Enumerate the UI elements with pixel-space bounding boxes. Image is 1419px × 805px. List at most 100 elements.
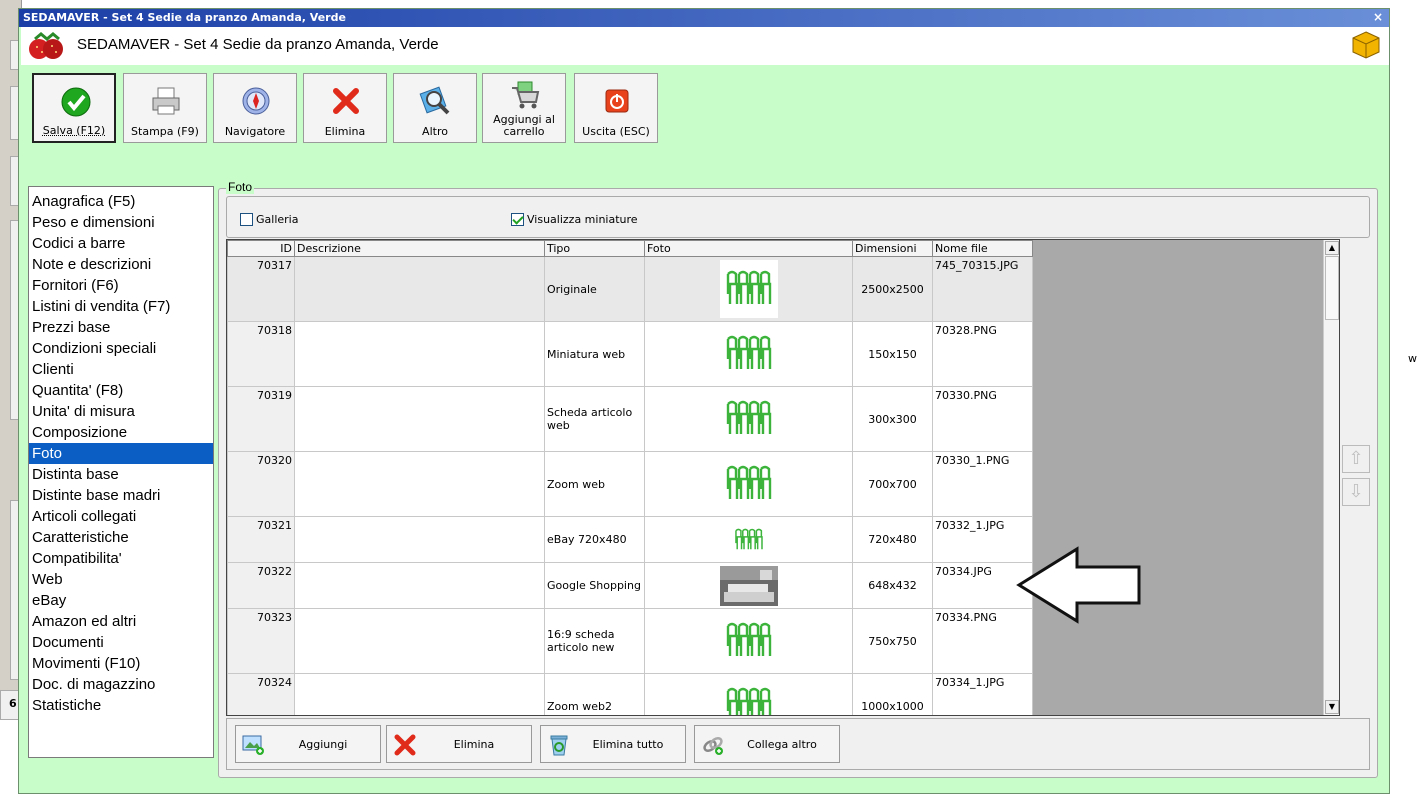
menu-item[interactable]: Distinte base madri [29,485,213,506]
cell-description[interactable] [294,321,545,387]
cell-id: 70323 [227,608,295,674]
column-header[interactable]: Nome file [932,240,1033,257]
cell-description[interactable] [294,608,545,674]
gallery-checkbox-box[interactable] [240,213,253,226]
cell-dimensions: 648x432 [852,562,933,609]
menu-item[interactable]: Note e descrizioni [29,254,213,275]
menu-item[interactable]: Composizione [29,422,213,443]
add-to-cart-button[interactable]: Aggiungi al carrello [482,73,566,143]
left-arrow-annotation-icon [1016,546,1141,624]
print-button[interactable]: Stampa (F9) [123,73,207,143]
column-header[interactable]: Descrizione [294,240,545,257]
menu-item[interactable]: Foto [29,443,213,464]
printer-icon [152,87,180,115]
cell-description[interactable] [294,673,545,715]
menu-item[interactable]: Fornitori (F6) [29,275,213,296]
delete-all-button[interactable]: Elimina tutto [540,725,686,763]
cell-filename: 70330.PNG [932,386,1033,452]
cell-photo[interactable] [644,321,853,387]
cell-photo[interactable] [644,256,853,322]
print-label: Stampa (F9) [131,125,199,138]
scroll-down-icon[interactable]: ▼ [1325,700,1339,714]
grid-vertical-scrollbar[interactable]: ▲ ▼ [1323,240,1339,715]
column-header[interactable]: Dimensioni [852,240,933,257]
navigator-button[interactable]: Navigatore [213,73,297,143]
add-to-cart-label: Aggiungi al carrello [493,113,555,138]
menu-item[interactable]: Compatibilita' [29,548,213,569]
menu-item[interactable]: Condizioni speciali [29,338,213,359]
scroll-up-icon[interactable]: ▲ [1325,241,1339,255]
section-menu: Anagrafica (F5) Peso e dimensioni Codici a… [28,186,214,758]
cell-type: Zoom web2 [544,673,645,715]
cell-type: 16:9 scheda articolo new [544,608,645,674]
exit-button[interactable]: Uscita (ESC) [574,73,658,143]
menu-item[interactable]: Unita' di misura [29,401,213,422]
cell-photo[interactable] [644,608,853,674]
cell-dimensions: 300x300 [852,386,933,452]
delete-button[interactable]: Elimina [303,73,387,143]
cell-photo[interactable] [644,673,853,715]
menu-item[interactable]: Caratteristiche [29,527,213,548]
menu-item[interactable]: Anagrafica (F5) [29,191,213,212]
menu-item[interactable]: Quantita' (F8) [29,380,213,401]
move-down-arrow-icon[interactable]: ⇩ [1342,478,1370,506]
table-row[interactable]: 70322 Google Shopping 648x432 70334.JPG [227,562,1033,609]
menu-item[interactable]: Web [29,569,213,590]
table-row[interactable]: 70321 eBay 720x480 720x480 70332_1.JPG [227,516,1033,563]
power-icon [605,89,629,113]
save-label: Salva (F12) [42,124,106,137]
cell-photo[interactable] [644,516,853,563]
column-header[interactable]: Tipo [544,240,645,257]
scroll-thumb[interactable] [1325,256,1339,320]
menu-item[interactable]: Amazon ed altri [29,611,213,632]
photo-grid: ID Descrizione Tipo Foto Dimensioni Nome file… [226,239,1340,716]
menu-item[interactable]: Prezzi base [29,317,213,338]
menu-item[interactable]: Doc. di magazzino [29,674,213,695]
menu-item[interactable]: Peso e dimensioni [29,212,213,233]
cart-icon [512,81,540,109]
link-other-label: Collega altro [747,738,817,751]
cell-description[interactable] [294,451,545,517]
cell-description[interactable] [294,386,545,452]
add-photo-button[interactable]: Aggiungi [235,725,381,763]
cell-photo[interactable] [644,386,853,452]
column-header[interactable]: Foto [644,240,853,257]
cell-type: eBay 720x480 [544,516,645,563]
table-row[interactable]: 70320 Zoom web 700x700 70330_1.PNG [227,451,1033,517]
menu-item[interactable]: Clienti [29,359,213,380]
cell-photo[interactable] [644,451,853,517]
table-row[interactable]: 70323 16:9 scheda articolo new 750x750 7033… [227,608,1033,674]
show-thumbnails-checkbox[interactable]: Visualizza miniature [511,213,638,227]
menu-item[interactable]: Distinta base [29,464,213,485]
chairs-thumbnail-icon [719,612,778,670]
link-other-button[interactable]: Collega altro [694,725,840,763]
show-thumbnails-checkbox-box[interactable] [511,213,524,226]
table-row[interactable]: 70319 Scheda articolo web 300x300 70330.PNG [227,386,1033,452]
menu-item[interactable]: eBay [29,590,213,611]
table-row[interactable]: 70317 Originale 2500x2500 745_70315.JPG [227,256,1033,322]
cell-photo[interactable] [644,562,853,609]
menu-item[interactable]: Articoli collegati [29,506,213,527]
menu-item[interactable]: Statistiche [29,695,213,716]
cell-description[interactable] [294,256,545,322]
red-x-icon [333,88,359,114]
table-row[interactable]: 70318 Miniatura web 150x150 70328.PNG [227,321,1033,387]
menu-item[interactable]: Movimenti (F10) [29,653,213,674]
background-letter: w [1408,352,1417,365]
move-up-arrow-icon[interactable]: ⇧ [1342,445,1370,473]
menu-item[interactable]: Documenti [29,632,213,653]
close-icon[interactable]: × [1373,10,1383,24]
cell-id: 70321 [227,516,295,563]
gallery-checkbox[interactable]: Galleria [240,213,298,227]
save-button[interactable]: Salva (F12) [32,73,116,143]
cell-description[interactable] [294,562,545,609]
other-button[interactable]: Altro [393,73,477,143]
menu-item[interactable]: Codici a barre [29,233,213,254]
foto-options: Galleria Visualizza miniature [226,196,1370,238]
table-row[interactable]: 70324 Zoom web2 1000x1000 70334_1.JPG [227,673,1033,715]
recycle-icon [550,735,568,756]
menu-item[interactable]: Listini di vendita (F7) [29,296,213,317]
cell-description[interactable] [294,516,545,563]
column-header[interactable]: ID [227,240,295,257]
delete-photo-button[interactable]: Elimina [386,725,532,763]
